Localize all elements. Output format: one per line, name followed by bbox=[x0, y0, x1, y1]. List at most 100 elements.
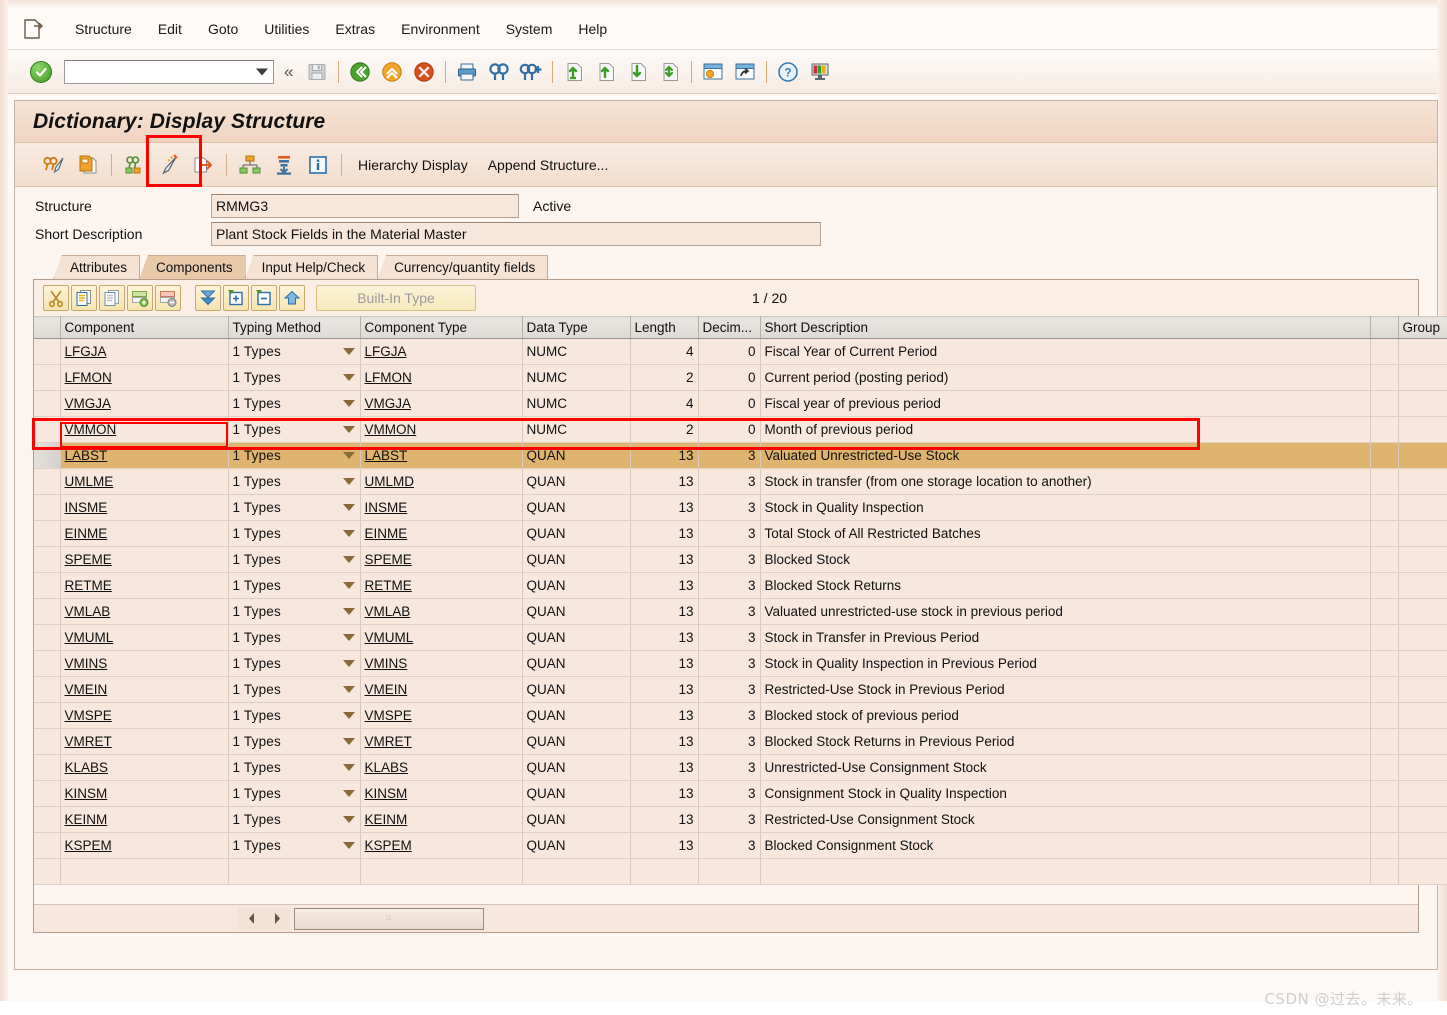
cell-length[interactable]: 13 bbox=[630, 494, 699, 521]
row-select-cell[interactable] bbox=[34, 468, 61, 495]
cell-short-description[interactable]: Blocked stock of previous period bbox=[760, 702, 1371, 729]
cell-typing-method[interactable]: 1 Types bbox=[228, 390, 361, 417]
cell-group[interactable] bbox=[1398, 572, 1447, 599]
tab-attributes[interactable]: Attributes bbox=[53, 255, 141, 279]
cell-data-type[interactable]: NUMC bbox=[522, 364, 631, 391]
table-row[interactable]: UMLME 1 Types UMLMD QUAN 13 3 Stock in transfe… bbox=[34, 468, 1447, 495]
table-row[interactable]: KEINM 1 Types KEINM QUAN 13 3 Restricted-Use C… bbox=[34, 806, 1447, 833]
cell-short-description[interactable]: Stock in Quality Inspection in Previous … bbox=[760, 650, 1371, 677]
cell-decimals[interactable] bbox=[698, 858, 761, 885]
cell-typing-method[interactable]: 1 Types bbox=[228, 572, 361, 599]
cell-length[interactable]: 13 bbox=[630, 572, 699, 599]
cell-data-type[interactable]: NUMC bbox=[522, 390, 631, 417]
cell-short-description[interactable]: Stock in Quality Inspection bbox=[760, 494, 1371, 521]
cell-component-type[interactable] bbox=[360, 858, 523, 885]
cell-component-type[interactable]: VMUML bbox=[360, 624, 523, 651]
row-select-cell[interactable] bbox=[34, 338, 61, 365]
cell-short-description[interactable]: Restricted-Use Stock in Previous Period bbox=[760, 676, 1371, 703]
cell-group[interactable] bbox=[1398, 624, 1447, 651]
col-header-component-type[interactable]: Component Type bbox=[360, 316, 523, 339]
row-select-cell[interactable] bbox=[34, 858, 61, 885]
append-structure-button[interactable]: Append Structure... bbox=[478, 154, 619, 176]
cell-spacer[interactable] bbox=[1370, 650, 1399, 677]
cell-spacer[interactable] bbox=[1370, 390, 1399, 417]
cell-group[interactable] bbox=[1398, 390, 1447, 417]
predefined-type-icon[interactable] bbox=[279, 285, 305, 311]
collapse-include-icon[interactable] bbox=[251, 285, 277, 311]
cell-data-type[interactable]: NUMC bbox=[522, 416, 631, 443]
cell-decimals[interactable]: 0 bbox=[698, 416, 761, 443]
cell-decimals[interactable]: 3 bbox=[698, 832, 761, 859]
cell-spacer[interactable] bbox=[1370, 520, 1399, 547]
cell-component[interactable]: VMUML bbox=[60, 624, 229, 651]
chevron-down-icon[interactable] bbox=[342, 712, 355, 719]
cell-group[interactable] bbox=[1398, 468, 1447, 495]
table-row[interactable]: VMLAB 1 Types VMLAB QUAN 13 3 Valuated unrestr… bbox=[34, 598, 1447, 625]
row-select-cell[interactable] bbox=[34, 416, 61, 443]
cell-component-type[interactable]: SPEME bbox=[360, 546, 523, 573]
back-icon[interactable] bbox=[345, 57, 375, 87]
exit-icon[interactable] bbox=[377, 57, 407, 87]
horizontal-scrollbar[interactable]: ⁙ bbox=[34, 904, 1418, 932]
hierarchy-display-button[interactable]: Hierarchy Display bbox=[348, 154, 478, 176]
col-header-component[interactable]: Component bbox=[60, 316, 229, 339]
first-page-icon[interactable] bbox=[559, 57, 589, 87]
structure-input[interactable]: RMMG3 bbox=[211, 194, 519, 218]
cell-data-type[interactable]: QUAN bbox=[522, 546, 631, 573]
cell-component[interactable]: LABST bbox=[60, 442, 229, 469]
cell-component-type[interactable]: LFMON bbox=[360, 364, 523, 391]
cell-spacer[interactable] bbox=[1370, 546, 1399, 573]
cell-decimals[interactable]: 3 bbox=[698, 546, 761, 573]
cell-group[interactable] bbox=[1398, 338, 1447, 365]
cell-length[interactable]: 2 bbox=[630, 416, 699, 443]
cell-short-description[interactable]: Stock in transfer (from one storage loca… bbox=[760, 468, 1371, 495]
row-select-cell[interactable] bbox=[34, 546, 61, 573]
chevron-down-icon[interactable] bbox=[342, 348, 355, 355]
cell-group[interactable] bbox=[1398, 520, 1447, 547]
scroll-left-arrow-icon[interactable] bbox=[238, 907, 264, 930]
cell-component-type[interactable]: KEINM bbox=[360, 806, 523, 833]
chevron-down-icon[interactable] bbox=[342, 634, 355, 641]
cell-typing-method[interactable]: 1 Types bbox=[228, 338, 361, 365]
cell-length[interactable]: 13 bbox=[630, 468, 699, 495]
cell-component-type[interactable]: UMLMD bbox=[360, 468, 523, 495]
cell-data-type[interactable]: QUAN bbox=[522, 728, 631, 755]
row-select-cell[interactable] bbox=[34, 494, 61, 521]
create-shortcut-icon[interactable] bbox=[730, 57, 760, 87]
cell-decimals[interactable]: 3 bbox=[698, 624, 761, 651]
col-header-data-type[interactable]: Data Type bbox=[522, 316, 631, 339]
cell-component-type[interactable]: VMLAB bbox=[360, 598, 523, 625]
last-page-icon[interactable] bbox=[655, 57, 685, 87]
paste-icon[interactable] bbox=[99, 285, 125, 311]
menu-item-environment[interactable]: Environment bbox=[388, 19, 493, 39]
cell-typing-method[interactable]: 1 Types bbox=[228, 416, 361, 443]
copy-icon[interactable] bbox=[71, 285, 97, 311]
cell-component[interactable]: UMLME bbox=[60, 468, 229, 495]
cell-group[interactable] bbox=[1398, 598, 1447, 625]
chevron-down-icon[interactable] bbox=[342, 400, 355, 407]
cell-component-type[interactable]: KLABS bbox=[360, 754, 523, 781]
cell-component-type[interactable]: VMINS bbox=[360, 650, 523, 677]
row-select-cell[interactable] bbox=[34, 364, 61, 391]
cell-component-type[interactable]: RETME bbox=[360, 572, 523, 599]
menu-item-help[interactable]: Help bbox=[565, 19, 620, 39]
cell-data-type[interactable]: QUAN bbox=[522, 520, 631, 547]
chevron-down-icon[interactable] bbox=[342, 764, 355, 771]
cell-length[interactable]: 13 bbox=[630, 650, 699, 677]
find-next-icon[interactable] bbox=[516, 57, 546, 87]
cell-data-type[interactable] bbox=[522, 858, 631, 885]
cell-short-description[interactable]: Blocked Stock bbox=[760, 546, 1371, 573]
cell-length[interactable]: 13 bbox=[630, 806, 699, 833]
tab-components[interactable]: Components bbox=[139, 255, 246, 279]
cell-spacer[interactable] bbox=[1370, 572, 1399, 599]
cell-short-description[interactable]: Valuated Unrestricted-Use Stock bbox=[760, 442, 1371, 469]
tab-input-help-check[interactable]: Input Help/Check bbox=[244, 255, 379, 279]
cell-typing-method[interactable]: 1 Types bbox=[228, 702, 361, 729]
hierarchy-icon[interactable] bbox=[235, 150, 265, 180]
cell-component-type[interactable]: VMSPE bbox=[360, 702, 523, 729]
cell-data-type[interactable]: QUAN bbox=[522, 494, 631, 521]
row-select-cell[interactable] bbox=[34, 390, 61, 417]
table-row[interactable]: LABST 1 Types LABST QUAN 13 3 Valuated Unrestr… bbox=[34, 442, 1447, 469]
cell-typing-method[interactable]: 1 Types bbox=[228, 468, 361, 495]
cell-component[interactable]: VMGJA bbox=[60, 390, 229, 417]
